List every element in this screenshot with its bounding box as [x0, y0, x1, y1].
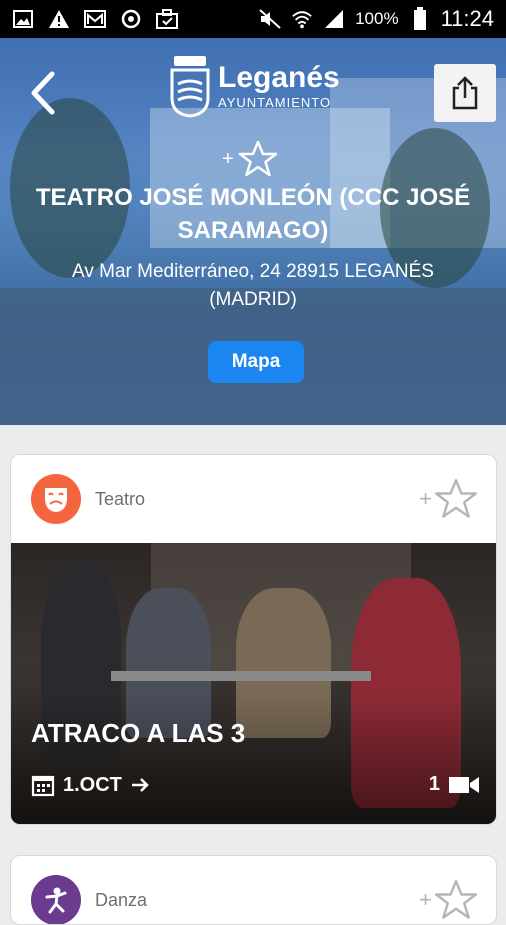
back-button[interactable]	[22, 66, 66, 120]
battery-percent: 100%	[355, 9, 399, 28]
image-icon	[12, 9, 34, 29]
event-date-text: 1.OCT	[63, 773, 122, 796]
share-icon	[452, 76, 478, 110]
theater-mask-icon	[45, 488, 67, 512]
status-bar: 100% 11:24	[0, 0, 506, 38]
battery-icon	[409, 7, 431, 30]
arrow-right-icon	[131, 778, 149, 792]
coat-of-arms-icon	[170, 56, 210, 118]
event-sessions: 1	[429, 773, 480, 796]
venue-title: TEATRO JOSÉ MONLEÓN (CCC JOSÉ SARAMAGO)	[35, 184, 471, 244]
leganes-logo: Leganés AYUNTAMIENTO	[170, 54, 340, 118]
venue-address: Av Mar Mediterráneo, 24 28915 LEGANÉS (M…	[72, 261, 434, 310]
share-button[interactable]	[434, 64, 496, 122]
star-icon	[434, 479, 478, 518]
dance-icon	[45, 887, 67, 914]
clock: 11:24	[440, 6, 494, 31]
mail-icon	[84, 9, 106, 29]
favorite-plus: +	[222, 147, 234, 170]
category-badge	[31, 474, 81, 524]
star-icon	[434, 880, 478, 919]
stage-table	[111, 671, 371, 681]
image-shade	[11, 693, 496, 824]
favorite-plus: +	[419, 887, 432, 912]
back-icon	[31, 71, 55, 115]
event-image[interactable]: ATRACO A LAS 3 1.OCT 1	[11, 543, 496, 824]
warning-icon	[48, 9, 70, 29]
calendar-icon	[31, 775, 55, 797]
favorite-event-button[interactable]: +	[419, 478, 478, 520]
map-button[interactable]: Mapa	[208, 341, 304, 383]
logo-subtitle: AYUNTAMIENTO	[218, 94, 332, 110]
favorite-venue-button[interactable]: +	[222, 140, 278, 178]
sync-icon	[120, 9, 142, 29]
star-icon	[238, 140, 277, 177]
card-header: Teatro +	[11, 455, 496, 543]
favorite-event-button[interactable]: +	[419, 879, 478, 921]
event-count: 1	[428, 773, 440, 795]
event-card[interactable]: Danza +	[10, 855, 497, 925]
briefcase-icon	[156, 9, 178, 29]
mute-icon	[259, 9, 281, 29]
event-date: 1.OCT	[31, 773, 150, 797]
category-badge	[31, 875, 81, 924]
card-header: Danza +	[11, 856, 496, 924]
event-card[interactable]: Teatro + ATRACO A LAS 3 1.OCT 1	[10, 454, 497, 825]
venue-header: Leganés AYUNTAMIENTO + TEATRO JOSÉ MONLE…	[0, 38, 506, 425]
category-label: Danza	[95, 889, 148, 910]
signal-icon	[323, 9, 345, 29]
wifi-icon	[291, 9, 313, 29]
favorite-plus: +	[419, 486, 432, 511]
video-icon	[449, 776, 479, 793]
category-label: Teatro	[95, 488, 146, 509]
logo-name: Leganés	[218, 60, 340, 94]
event-title: ATRACO A LAS 3	[31, 718, 246, 748]
